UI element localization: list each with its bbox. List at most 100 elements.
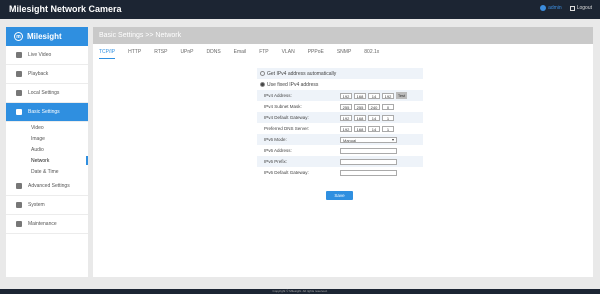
ip-octet-input[interactable]: 168 <box>354 125 366 132</box>
ip-octet-input[interactable]: 192 <box>382 92 394 99</box>
sidebar-item-system[interactable]: System <box>6 196 88 215</box>
top-bar: Milesight Network Camera admin Logout <box>0 0 600 19</box>
ipv6-gateway-input[interactable] <box>340 169 397 176</box>
ip-octet-input[interactable]: 192 <box>340 92 352 99</box>
tab-bar: TCP/IP HTTP RTSP UPnP DDNS Email FTP VLA… <box>93 49 593 59</box>
tab-8021x[interactable]: 802.1x <box>364 49 379 59</box>
tab-email[interactable]: Email <box>234 49 247 59</box>
system-icon <box>16 202 22 208</box>
user-icon <box>540 5 547 11</box>
subnet-mask-field: 255 255 240 0 <box>340 103 396 110</box>
field-label: IPv6 Mode: <box>264 137 287 142</box>
radio-label: Get IPv4 address automatically <box>267 70 337 77</box>
sub-item-image[interactable]: Image <box>6 133 88 144</box>
sidebar: m Milesight Live Video Playback Local Se… <box>6 27 88 277</box>
logout-icon[interactable] <box>569 5 575 11</box>
ipv6-address-input[interactable] <box>340 147 397 154</box>
ip-octet-input[interactable]: 0 <box>382 103 394 110</box>
footer: Copyright © Milesight. All rights reserv… <box>0 289 600 294</box>
user-name[interactable]: admin <box>548 5 562 11</box>
ip-octet-input[interactable]: 192 <box>340 125 352 132</box>
sidebar-item-playback[interactable]: Playback <box>6 65 88 84</box>
tab-rtsp[interactable]: RTSP <box>154 49 167 59</box>
sidebar-item-label: Advanced Settings <box>28 183 70 189</box>
ip-octet-input[interactable]: 168 <box>354 114 366 121</box>
advanced-settings-icon <box>16 183 22 189</box>
milesight-logo-icon: m <box>14 32 23 41</box>
tab-pppoe[interactable]: PPPoE <box>308 49 324 59</box>
basic-settings-icon <box>16 109 22 115</box>
sidebar-item-advanced-settings[interactable]: Advanced Settings <box>6 177 88 196</box>
ipv4-address-field: 192 168 14 192 <box>340 92 396 99</box>
user-area: admin Logout <box>540 5 592 11</box>
network-form: Get IPv4 address automatically Use fixed… <box>257 68 423 178</box>
sidebar-item-local-settings[interactable]: Local Settings <box>6 84 88 103</box>
ipv4-address-row: IPv4 Address: 192 168 14 192 Test <box>257 90 423 101</box>
ip-octet-input[interactable]: 14 <box>368 114 380 121</box>
ipv6-mode-select[interactable]: Manual <box>340 136 397 143</box>
ip-octet-input[interactable]: 255 <box>354 103 366 110</box>
tab-ddns[interactable]: DDNS <box>207 49 221 59</box>
sidebar-item-label: Maintenance <box>28 221 57 227</box>
field-label: IPv6 Default Gateway: <box>264 170 309 175</box>
dns-server-field: 192 168 14 1 <box>340 125 396 132</box>
sub-item-network[interactable]: Network <box>6 155 88 166</box>
ipv6-prefix-row: IPv6 Prefix: <box>257 156 423 167</box>
ip-octet-input[interactable]: 240 <box>368 103 380 110</box>
radio-fixed-ipv4[interactable]: Use fixed IPv4 address <box>257 79 423 90</box>
ip-octet-input[interactable]: 255 <box>340 103 352 110</box>
playback-icon <box>16 71 22 77</box>
field-label: IPv6 Address: <box>264 148 292 153</box>
sub-item-video[interactable]: Video <box>6 122 88 133</box>
logout-link[interactable]: Logout <box>577 5 592 11</box>
logo-text: Milesight <box>27 32 62 41</box>
radio-button[interactable] <box>260 82 265 87</box>
sidebar-item-live-video[interactable]: Live Video <box>6 46 88 65</box>
ipv6-prefix-input[interactable] <box>340 158 397 165</box>
live-video-icon <box>16 52 22 58</box>
ipv6-gateway-row: IPv6 Default Gateway: <box>257 167 423 178</box>
ipv6-mode-row: IPv6 Mode: Manual <box>257 134 423 145</box>
default-gateway-row: IPv4 Default Gateway: 192 168 14 1 <box>257 112 423 123</box>
sidebar-item-label: System <box>28 202 45 208</box>
sub-item-audio[interactable]: Audio <box>6 144 88 155</box>
field-label: IPv4 Subnet Mask: <box>264 104 302 109</box>
dns-server-row: Preferred DNS Server: 192 168 14 1 <box>257 123 423 134</box>
maintenance-icon <box>16 221 22 227</box>
radio-label: Use fixed IPv4 address <box>267 81 319 88</box>
sidebar-item-maintenance[interactable]: Maintenance <box>6 215 88 234</box>
sub-item-date-time[interactable]: Date & Time <box>6 166 88 177</box>
tab-upnp[interactable]: UPnP <box>180 49 193 59</box>
ip-octet-input[interactable]: 192 <box>340 114 352 121</box>
field-label: IPv4 Default Gateway: <box>264 115 309 120</box>
field-label: Preferred DNS Server: <box>264 126 310 131</box>
default-gateway-field: 192 168 14 1 <box>340 114 396 121</box>
save-button[interactable]: Save <box>326 191 353 200</box>
field-label: IPv6 Prefix: <box>264 159 288 164</box>
radio-button[interactable] <box>260 71 265 76</box>
tab-http[interactable]: HTTP <box>128 49 141 59</box>
test-button[interactable]: Test <box>396 92 407 99</box>
ip-octet-input[interactable]: 168 <box>354 92 366 99</box>
tab-snmp[interactable]: SNMP <box>337 49 351 59</box>
tab-ftp[interactable]: FTP <box>259 49 268 59</box>
radio-auto-ipv4[interactable]: Get IPv4 address automatically <box>257 68 423 79</box>
main-panel: Basic Settings >> Network TCP/IP HTTP RT… <box>93 27 593 277</box>
sidebar-item-label: Live Video <box>28 52 52 58</box>
tab-tcpip[interactable]: TCP/IP <box>99 49 116 59</box>
app-title: Milesight Network Camera <box>9 4 122 14</box>
field-label: IPv4 Address: <box>264 93 292 98</box>
subnet-mask-row: IPv4 Subnet Mask: 255 255 240 0 <box>257 101 423 112</box>
local-settings-icon <box>16 90 22 96</box>
tab-vlan[interactable]: VLAN <box>282 49 295 59</box>
sidebar-item-label: Basic Settings <box>28 109 60 115</box>
ip-octet-input[interactable]: 1 <box>382 114 394 121</box>
ipv6-address-row: IPv6 Address: <box>257 145 423 156</box>
ip-octet-input[interactable]: 14 <box>368 125 380 132</box>
sidebar-item-label: Local Settings <box>28 90 60 96</box>
ip-octet-input[interactable]: 1 <box>382 125 394 132</box>
sidebar-item-label: Playback <box>28 71 49 77</box>
sidebar-item-basic-settings[interactable]: Basic Settings <box>6 103 88 122</box>
ip-octet-input[interactable]: 14 <box>368 92 380 99</box>
logo: m Milesight <box>6 27 88 46</box>
